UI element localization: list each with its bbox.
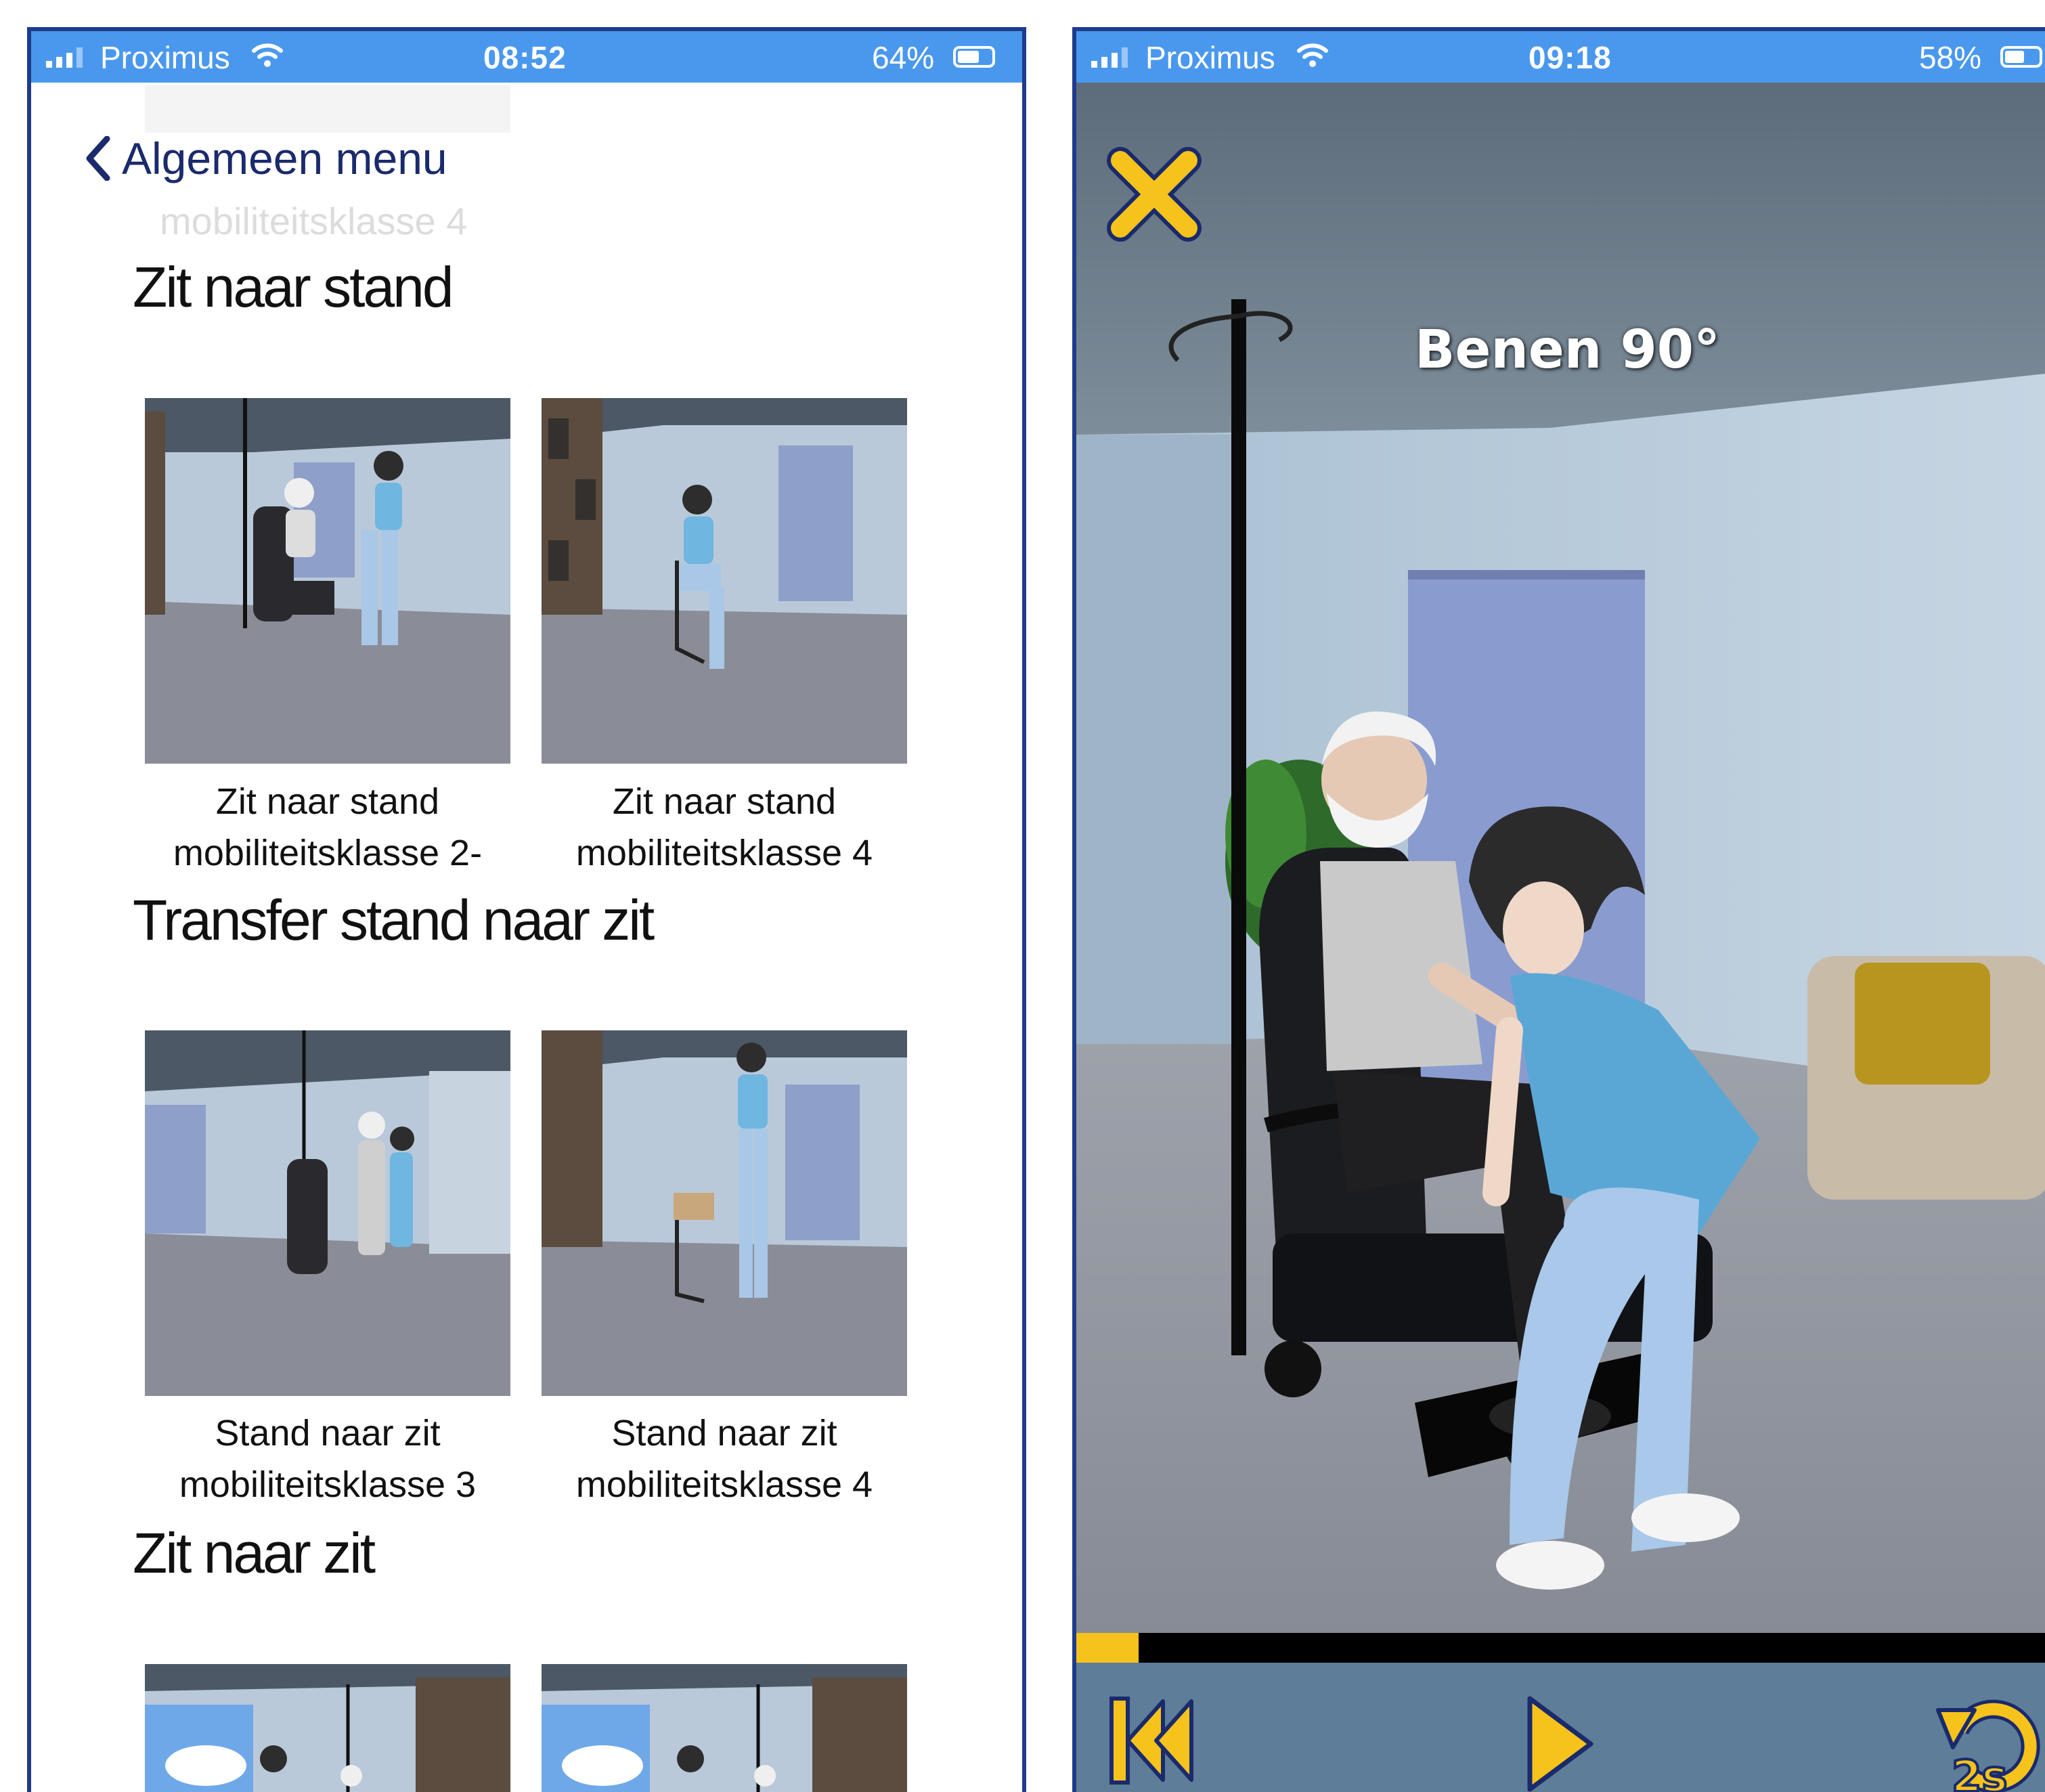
status-bar: Proximus 08:52 64%	[31, 31, 1022, 83]
video-frame[interactable]: Benen 90°	[1076, 83, 2045, 1633]
caption-line-1: Stand naar zit	[215, 1413, 441, 1454]
battery-icon	[953, 46, 995, 68]
wifi-icon	[251, 41, 284, 77]
status-bar: Proximus 09:18 58%	[1076, 31, 2045, 83]
search-bar-ghost	[145, 85, 510, 133]
thumbnail-caption: Zit naar stand mobiliteitsklasse 4	[514, 776, 934, 879]
scene-illustration	[1076, 83, 2045, 1633]
close-icon	[1107, 147, 1202, 242]
video-thumbnail[interactable]	[145, 1664, 510, 1792]
caption-line-1: Stand naar zit	[611, 1413, 837, 1454]
scene-caption: Benen 90°	[1415, 320, 1721, 380]
thumbnail-caption: Stand naar zit mobiliteitsklasse 3	[118, 1407, 537, 1510]
caption-line-2: mobiliteitsklasse 4	[575, 1464, 873, 1505]
play-icon	[1527, 1696, 1593, 1792]
caption-line-2: mobiliteitsklasse 4	[575, 833, 873, 873]
playback-progress-fill	[1076, 1633, 1139, 1663]
signal-icon	[46, 47, 83, 68]
wifi-icon	[1296, 41, 1329, 77]
phone-menu-screen: Proximus 08:52 64% Algemeen menu mobilit…	[27, 27, 1026, 1792]
section-title: Transfer stand naar zit	[133, 888, 655, 952]
video-thumbnail[interactable]	[145, 398, 510, 764]
section-title: Zit naar stand	[133, 255, 454, 319]
clock: 08:52	[483, 40, 567, 75]
clock: 09:18	[1529, 40, 1612, 75]
chevron-left-icon	[86, 136, 110, 181]
carrier-label: Proximus	[1145, 40, 1275, 75]
close-button[interactable]	[1103, 144, 1205, 248]
skip-back-icon	[1109, 1697, 1193, 1785]
caption-line-1: Zit naar stand	[612, 781, 837, 822]
caption-line-2: mobiliteitsklasse 2-	[173, 833, 483, 873]
caption-line-2: mobiliteitsklasse 3	[179, 1464, 477, 1505]
back-button[interactable]: Algemeen menu	[84, 133, 447, 184]
back-label: Algemeen menu	[122, 133, 447, 183]
skip-back-button[interactable]	[1103, 1693, 1205, 1791]
thumbnail-caption: Stand naar zit mobiliteitsklasse 4	[514, 1407, 934, 1510]
caption-line-1: Zit naar stand	[215, 781, 440, 822]
collapsed-title: mobiliteitsklasse 4	[160, 200, 468, 242]
battery-percent: 64%	[872, 40, 935, 75]
carrier-label: Proximus	[100, 40, 230, 75]
battery-icon	[2000, 46, 2042, 68]
play-button[interactable]	[1523, 1693, 1598, 1792]
battery-percent: 58%	[1919, 40, 1982, 75]
video-thumbnail[interactable]	[542, 1664, 907, 1792]
playback-controls: 2s	[1076, 1663, 2045, 1792]
video-thumbnail[interactable]	[145, 1030, 510, 1396]
thumbnail-caption: Zit naar stand mobiliteitsklasse 2-	[118, 776, 537, 879]
replay-label: 2s	[1952, 1752, 2008, 1792]
video-thumbnail[interactable]	[542, 398, 907, 764]
playback-progress-bar[interactable]	[1076, 1633, 2045, 1663]
signal-icon	[1091, 47, 1128, 68]
phone-video-player: Proximus 09:18 58% Benen 90° 2s	[1072, 27, 2045, 1792]
section-title: Zit naar zit	[133, 1521, 376, 1585]
replay-2s-button[interactable]: 2s	[1933, 1690, 2045, 1792]
video-thumbnail[interactable]	[542, 1030, 907, 1396]
replay-2s-icon: 2s	[1936, 1699, 2040, 1792]
